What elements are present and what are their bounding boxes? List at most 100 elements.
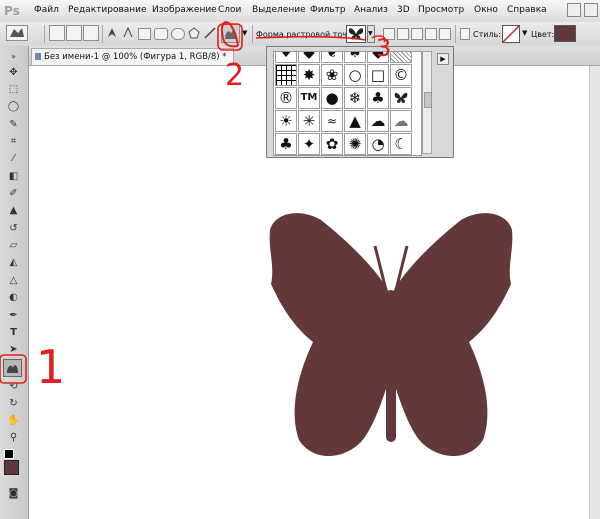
shape-snowflake[interactable]: ❄ (344, 87, 366, 109)
eyedropper-tool-icon[interactable]: ⁄ (6, 152, 21, 166)
type-tool-icon[interactable]: T (6, 326, 21, 340)
clone-stamp-icon[interactable]: ▲ (6, 204, 21, 218)
shape-grid-square[interactable] (275, 64, 297, 86)
custom-shape-tool[interactable] (3, 359, 22, 377)
shape-paw[interactable]: ❀ (321, 64, 343, 86)
subtract-mode[interactable] (411, 28, 423, 40)
add-to-area-mode[interactable] (397, 28, 409, 40)
shape-pie[interactable]: ◔ (367, 133, 389, 155)
zoom-tool-icon[interactable]: ⚲ (6, 431, 21, 445)
window-controls (564, 3, 598, 17)
shape-square-outline[interactable]: □ (367, 64, 389, 86)
ellipse-tool-icon[interactable] (171, 28, 185, 40)
color-swatch[interactable] (554, 25, 576, 42)
lasso-tool-icon[interactable]: ◯ (6, 100, 21, 114)
toolbox: » ✥ ⬚ ◯ ✎ ⌗ ⁄ ◧ ✐ ▲ ↺ ▱ ◭ △ ◐ ✒ T ➤ ⟲ ↻ … (0, 46, 29, 519)
path-select-icon[interactable]: ➤ (6, 343, 21, 357)
shape-picker-swatch[interactable] (346, 25, 366, 43)
default-colors-icon[interactable] (4, 449, 14, 459)
rounded-rect-tool-icon[interactable] (154, 28, 168, 40)
shape-copyright[interactable]: © (390, 64, 412, 86)
line-tool-icon[interactable] (204, 27, 216, 39)
paths-button[interactable] (66, 25, 82, 41)
hand-tool-icon[interactable]: ✋ (6, 414, 21, 428)
collapse-icon[interactable]: » (6, 50, 21, 64)
marquee-tool-icon[interactable]: ⬚ (6, 83, 21, 97)
maximize-icon[interactable] (584, 3, 598, 17)
pen-tool-icon[interactable]: ✒ (6, 309, 21, 323)
move-tool-icon[interactable]: ✥ (6, 66, 21, 80)
menu-select[interactable]: Выделение (252, 5, 306, 15)
freeform-pen-icon[interactable] (122, 27, 134, 39)
shape-moon[interactable]: ☾ (390, 133, 412, 155)
menu-layers[interactable]: Слои (218, 5, 241, 15)
shape-cloud-fill[interactable]: ☁ (367, 110, 389, 132)
shape-picker-dropdown[interactable]: ▼ (367, 25, 375, 43)
menu-edit[interactable]: Редактирование (68, 5, 147, 15)
butterfly-shape[interactable] (259, 208, 527, 463)
menu-filter[interactable]: Фильтр (310, 5, 346, 15)
quick-select-tool-icon[interactable]: ✎ (6, 118, 21, 132)
shape-leaf[interactable]: ❦ (321, 52, 343, 63)
blur-tool-icon[interactable]: △ (6, 274, 21, 288)
picker-scrollbar[interactable] (422, 51, 432, 154)
picker-scroll-thumb[interactable] (424, 92, 432, 108)
custom-shape-tool-button[interactable] (221, 24, 240, 43)
shape-spade[interactable]: ♠ (344, 52, 366, 63)
shape-bird[interactable]: ✦ (298, 133, 320, 155)
document-tab[interactable]: Без имени-1 @ 100% (Фигура 1, RGB/8) * (31, 48, 234, 65)
picker-menu-button[interactable]: ▶ (437, 53, 449, 65)
brush-tool-icon[interactable]: ✐ (6, 187, 21, 201)
shape-cloud-outline[interactable]: ☁ (390, 110, 412, 132)
shape-clover[interactable]: ♣ (367, 87, 389, 109)
crop-tool-icon[interactable]: ⌗ (6, 135, 21, 149)
shape-sun[interactable]: ☀ (275, 110, 297, 132)
eraser-tool-icon[interactable]: ▱ (6, 239, 21, 253)
3d-orbit-icon[interactable]: ↻ (6, 397, 21, 411)
rectangle-tool-icon[interactable] (138, 28, 151, 40)
shape-checker[interactable] (390, 52, 412, 63)
tool-preset-picker[interactable] (6, 25, 28, 41)
shape-heart-small[interactable]: ♥ (275, 52, 297, 63)
fill-pixels-button[interactable] (83, 25, 99, 41)
link-icon[interactable] (460, 28, 470, 40)
3d-rotate-icon[interactable]: ⟲ (6, 380, 21, 394)
menu-help[interactable]: Справка (507, 5, 547, 15)
foreground-color[interactable] (4, 460, 19, 475)
chevron-down-icon[interactable]: ▼ (242, 29, 247, 37)
history-brush-icon[interactable]: ↺ (6, 222, 21, 236)
vertical-scrollbar[interactable] (589, 66, 600, 519)
menu-bar: Ps Файл Редактирование Изображение Слои … (0, 0, 600, 23)
shape-waves[interactable]: ≈ (321, 110, 343, 132)
quick-mask-icon[interactable]: ◙ (6, 487, 21, 501)
shape-butterfly[interactable] (390, 87, 412, 109)
shape-plant[interactable]: ♣ (275, 133, 297, 155)
pen-icon[interactable] (106, 27, 118, 39)
menu-view[interactable]: Просмотр (418, 5, 464, 15)
chevron-down-icon[interactable]: ▼ (522, 29, 527, 37)
polygon-tool-icon[interactable] (188, 27, 200, 39)
shape-sunflower[interactable]: ✺ (344, 133, 366, 155)
menu-window[interactable]: Окно (474, 5, 498, 15)
shape-layers-button[interactable] (49, 25, 65, 41)
dodge-tool-icon[interactable]: ◐ (6, 291, 21, 305)
shape-tm[interactable]: TM (298, 87, 320, 109)
healing-brush-icon[interactable]: ◧ (6, 170, 21, 184)
minimize-icon[interactable] (567, 3, 581, 17)
menu-analysis[interactable]: Анализ (354, 5, 388, 15)
shape-stars[interactable]: ✳ (298, 110, 320, 132)
shape-circle-outline[interactable]: ○ (344, 64, 366, 86)
menu-3d[interactable]: 3D (397, 5, 410, 15)
intersect-mode[interactable] (425, 28, 437, 40)
shape-registered[interactable]: ® (275, 87, 297, 109)
menu-file[interactable]: Файл (34, 5, 59, 15)
exclude-mode[interactable] (439, 28, 451, 40)
shape-flower[interactable]: ✿ (321, 133, 343, 155)
menu-image[interactable]: Изображение (152, 5, 217, 15)
shape-bubble[interactable]: ● (321, 87, 343, 109)
shape-diamond-dot[interactable]: ◆ (298, 52, 320, 63)
style-swatch[interactable] (502, 25, 520, 43)
shape-starburst[interactable]: ✸ (298, 64, 320, 86)
shape-drop[interactable]: ▲ (344, 110, 366, 132)
paint-bucket-icon[interactable]: ◭ (6, 256, 21, 270)
